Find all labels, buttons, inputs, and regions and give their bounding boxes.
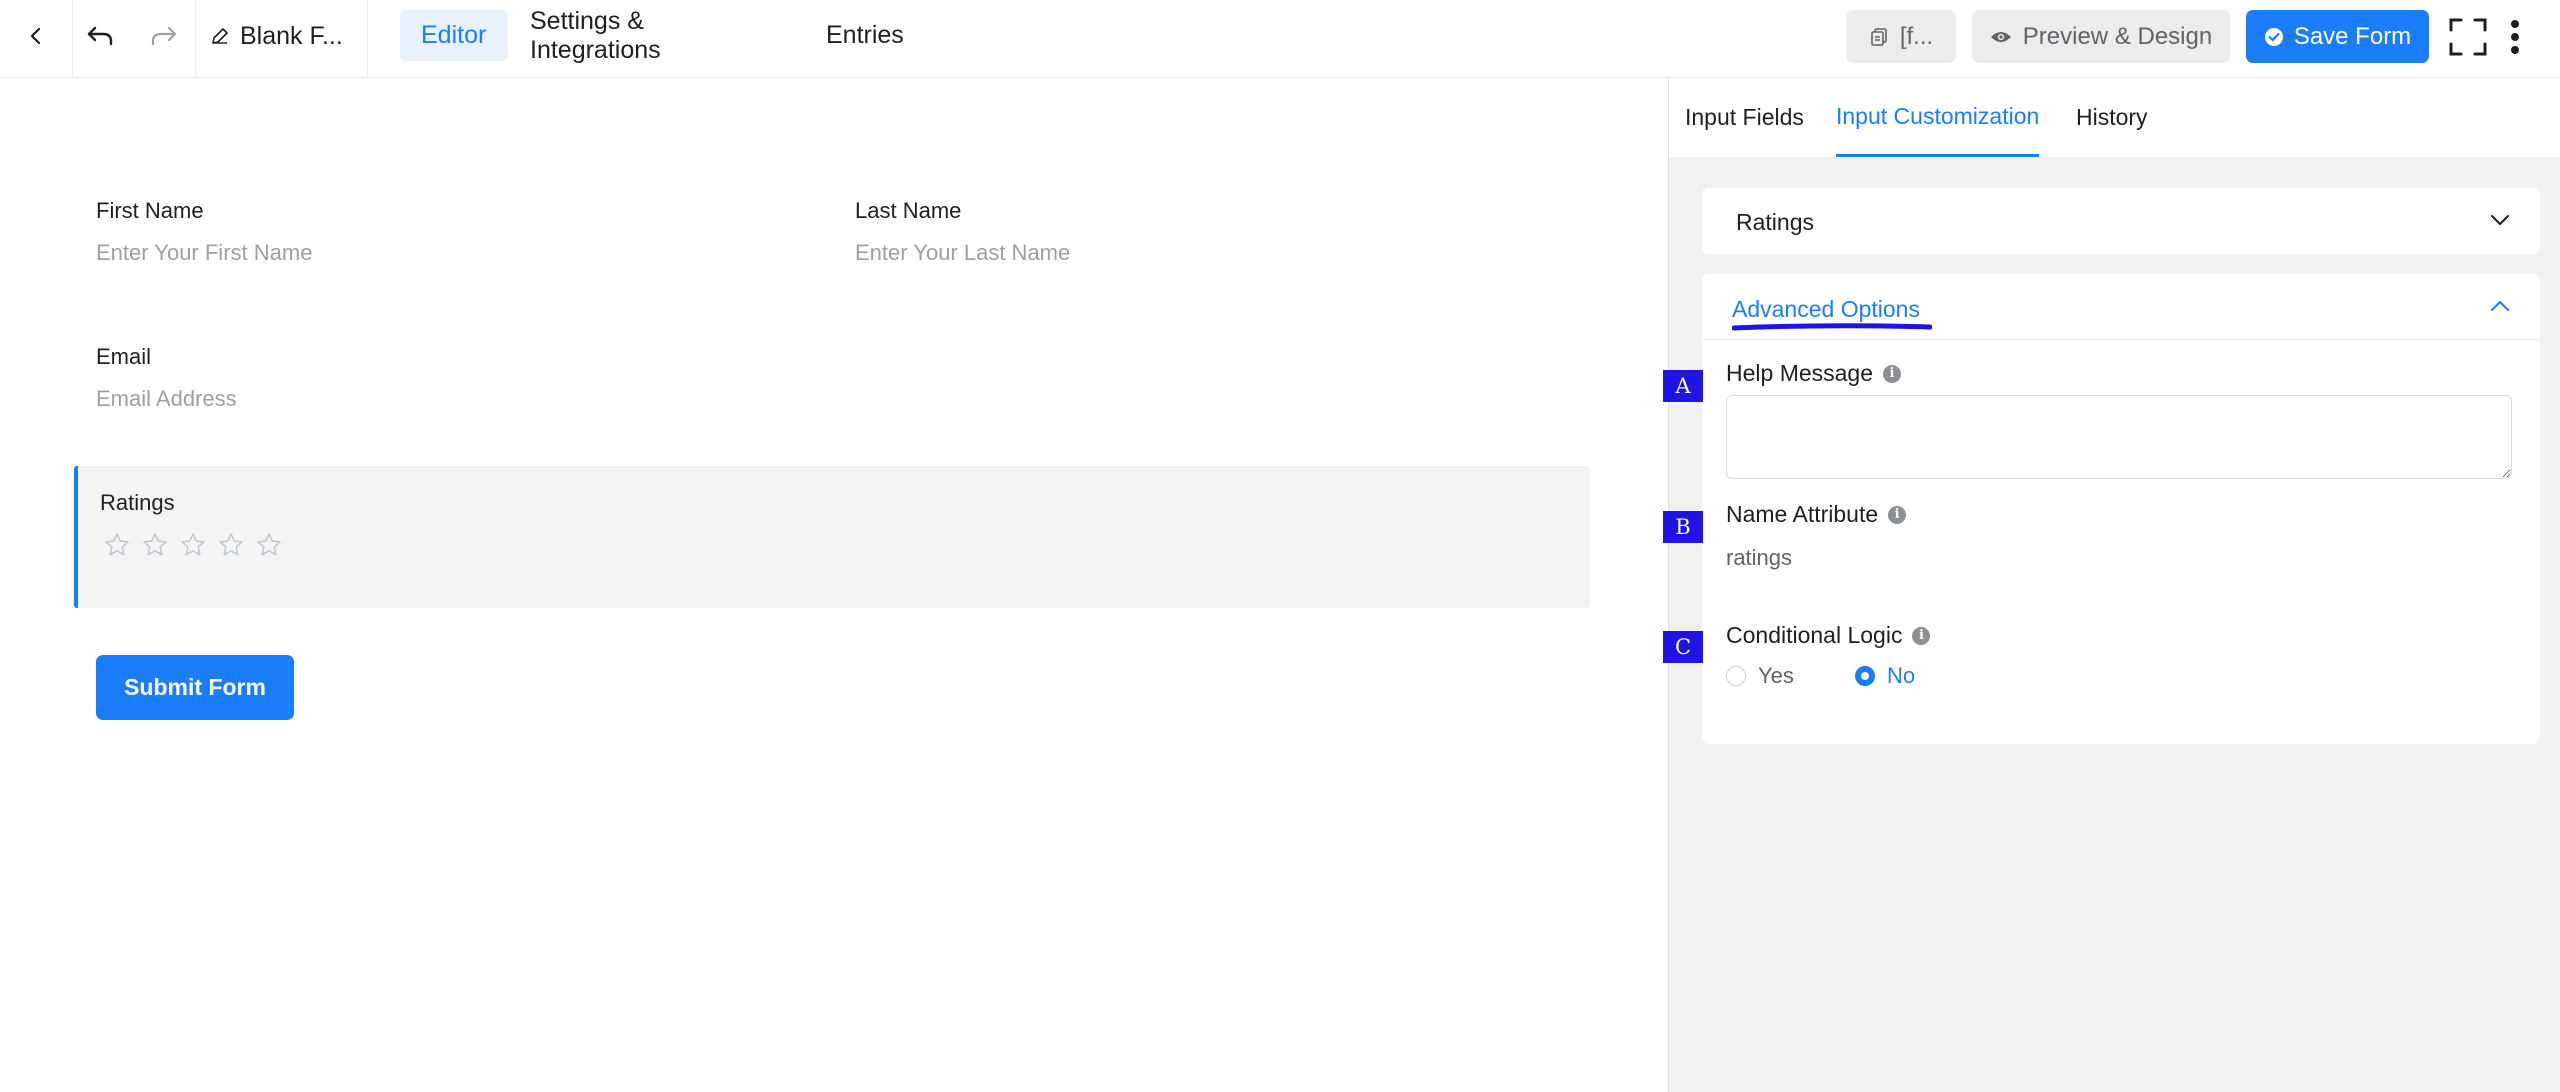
form-title[interactable]: Blank F... <box>210 0 360 72</box>
ratings-section-header[interactable]: Ratings <box>1702 188 2540 254</box>
radio-circle <box>1726 666 1746 686</box>
fullscreen-button[interactable] <box>2446 15 2490 59</box>
settings-panel: Input Fields Input Customization History… <box>1668 78 2560 1092</box>
help-message-text: Help Message <box>1726 360 1874 386</box>
form-title-text: Blank F... <box>240 21 343 50</box>
more-options-button[interactable] <box>2500 15 2530 59</box>
star-icon[interactable] <box>102 530 132 560</box>
menu-entries[interactable]: Entries <box>805 10 915 61</box>
last-name-input[interactable] <box>855 240 1235 266</box>
annotation-badge-b: B <box>1663 511 1703 543</box>
star-icon[interactable] <box>216 530 246 560</box>
annotation-badge-a: A <box>1663 370 1703 402</box>
email-label: Email <box>96 344 152 369</box>
ratings-stars <box>102 530 284 560</box>
divider <box>195 0 196 78</box>
shortcode-label: [f... <box>1899 22 1934 50</box>
back-button[interactable] <box>0 0 72 72</box>
conditional-no-radio[interactable]: No <box>1855 663 1915 689</box>
radio-circle-selected <box>1855 666 1875 686</box>
redo-icon <box>151 26 177 46</box>
copy-icon <box>1871 27 1887 46</box>
chevron-left-icon <box>30 27 41 45</box>
undo-icon <box>87 26 113 46</box>
copy-shortcode-button[interactable]: [f... <box>1846 10 1956 63</box>
undo-button[interactable] <box>72 0 128 72</box>
eye-icon <box>1990 31 2011 42</box>
menu-editor[interactable]: Editor <box>400 10 508 61</box>
save-label: Save Form <box>2293 22 2412 50</box>
submit-form-button[interactable]: Submit Form <box>96 655 294 720</box>
conditional-yes-radio[interactable]: Yes <box>1726 663 1794 689</box>
edit-pencil-icon <box>212 28 228 44</box>
ratings-field-selected[interactable]: Ratings <box>74 466 1590 608</box>
fullscreen-icon <box>2449 18 2487 56</box>
preview-design-button[interactable]: Preview & Design <box>1972 10 2230 63</box>
divider <box>367 0 368 78</box>
name-attribute-input[interactable] <box>1726 545 2026 571</box>
conditional-logic-text: Conditional Logic <box>1726 622 1903 648</box>
annotation-badge-c: C <box>1663 631 1703 663</box>
more-vertical-icon <box>2511 20 2519 54</box>
highlight-underline <box>1732 323 1932 331</box>
redo-button[interactable] <box>136 0 192 72</box>
radio-no-label: No <box>1887 663 1916 688</box>
info-icon[interactable]: i <box>1883 364 1902 383</box>
info-icon[interactable]: i <box>1912 626 1931 645</box>
info-icon[interactable]: i <box>1888 505 1907 524</box>
save-form-button[interactable]: Save Form <box>2246 10 2429 63</box>
conditional-logic-label: Conditional Logic i <box>1726 622 1931 649</box>
top-toolbar: Blank F... Editor Settings & Integration… <box>0 0 2560 78</box>
tab-history[interactable]: History <box>2076 78 2148 157</box>
tab-input-fields[interactable]: Input Fields <box>1685 78 1804 157</box>
menu-settings-integrations[interactable]: Settings & Integrations <box>509 7 784 64</box>
star-icon[interactable] <box>254 530 284 560</box>
name-attribute-text: Name Attribute <box>1726 501 1879 527</box>
star-icon[interactable] <box>140 530 170 560</box>
ratings-section-title: Ratings <box>1736 209 1814 235</box>
first-name-label: First Name <box>96 198 204 223</box>
radio-yes-label: Yes <box>1758 663 1794 688</box>
help-message-label: Help Message i <box>1726 360 1902 387</box>
advanced-options-header[interactable]: Advanced Options <box>1702 274 2540 340</box>
email-input[interactable] <box>96 386 476 412</box>
name-attribute-label: Name Attribute i <box>1726 501 1907 528</box>
panel-tabs: Input Fields Input Customization History <box>1669 78 2560 157</box>
chevron-up-icon <box>2491 301 2509 311</box>
form-canvas: First Name Last Name Email Ratings Submi… <box>0 78 1668 1092</box>
last-name-label: Last Name <box>855 198 962 223</box>
tab-input-customization[interactable]: Input Customization <box>1836 78 2040 157</box>
help-message-textarea[interactable] <box>1726 395 2512 479</box>
chevron-down-icon <box>2491 215 2509 225</box>
ratings-label: Ratings <box>100 490 175 515</box>
star-icon[interactable] <box>178 530 208 560</box>
advanced-options-title: Advanced Options <box>1732 296 1920 322</box>
preview-label: Preview & Design <box>2022 22 2213 50</box>
check-circle-icon <box>2264 27 2283 46</box>
first-name-input[interactable] <box>96 240 476 266</box>
advanced-options-section: Advanced Options Help Message i Name Att… <box>1702 274 2540 744</box>
